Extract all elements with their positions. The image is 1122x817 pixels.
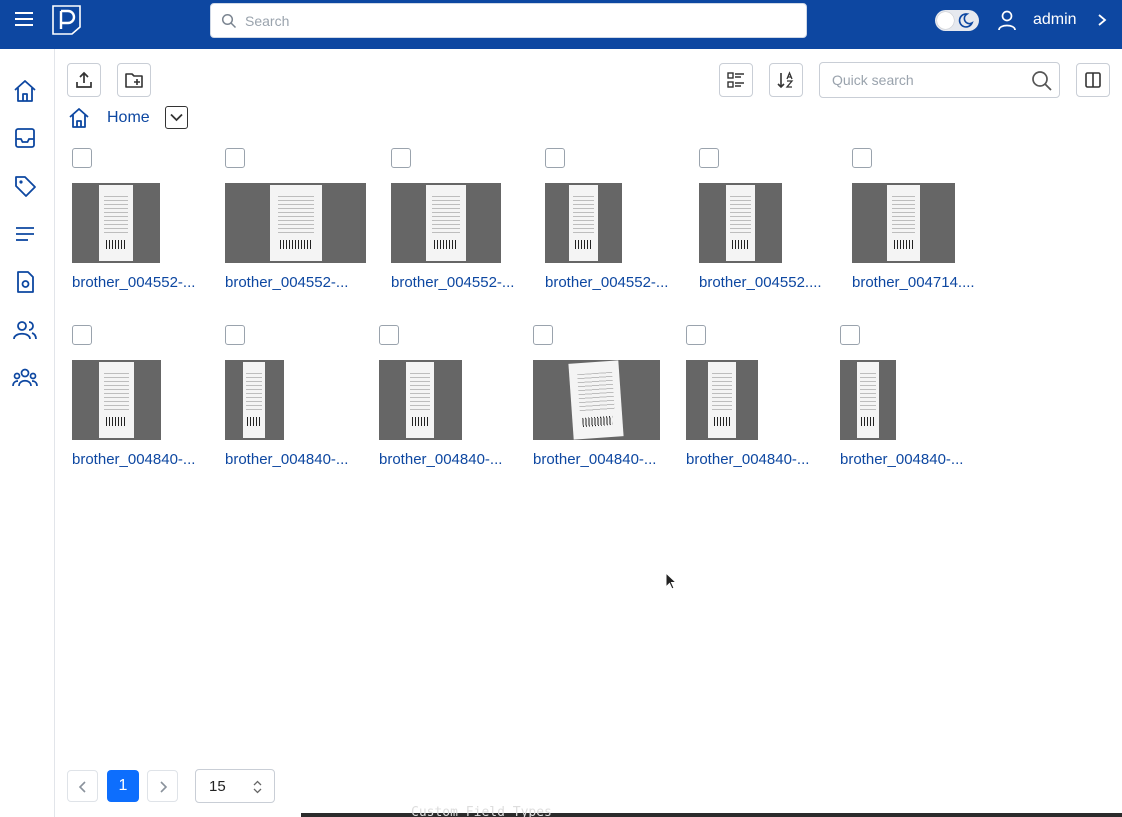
new-folder-button[interactable]: [117, 63, 151, 97]
breadcrumb-dropdown-button[interactable]: [165, 106, 188, 129]
sidebar-groups-icon[interactable]: [12, 365, 38, 391]
breadcrumb-home-link[interactable]: Home: [107, 109, 150, 127]
chevron-right-icon: [160, 781, 168, 793]
sort-alpha-icon: [777, 71, 794, 89]
file-name-link[interactable]: brother_004552-...: [225, 274, 365, 291]
file-name-link[interactable]: brother_004840-...: [840, 451, 980, 468]
file-select-checkbox[interactable]: [379, 325, 399, 345]
file-thumbnail[interactable]: [686, 360, 758, 440]
upload-button[interactable]: [67, 63, 101, 97]
file-select-checkbox[interactable]: [391, 148, 411, 168]
file-thumbnail[interactable]: [379, 360, 462, 440]
chevron-left-icon: [78, 781, 86, 793]
file-thumbnail[interactable]: [225, 360, 284, 440]
chevron-down-icon: [170, 113, 183, 122]
username-label[interactable]: admin: [1033, 11, 1077, 29]
search-input[interactable]: [245, 4, 800, 37]
breadcrumb-home-icon[interactable]: [68, 107, 90, 129]
file-name-link[interactable]: brother_004840-...: [533, 451, 673, 468]
file-thumbnail[interactable]: [391, 183, 501, 263]
file-select-checkbox[interactable]: [686, 325, 706, 345]
sidebar-tag-icon[interactable]: [12, 173, 38, 199]
file-name-link[interactable]: brother_004552-...: [391, 274, 531, 291]
file-name-link[interactable]: brother_004840-...: [686, 451, 826, 468]
page-size-value: 15: [209, 778, 226, 795]
top-bar: admin: [0, 0, 1122, 49]
file-thumbnail[interactable]: [72, 183, 160, 263]
file-thumbnail[interactable]: [840, 360, 896, 440]
file-thumbnail[interactable]: [225, 183, 366, 263]
sidebar-document-settings-icon[interactable]: [12, 269, 38, 295]
sort-button[interactable]: [769, 63, 803, 97]
sidebar-list-icon[interactable]: [12, 221, 38, 247]
file-name-link[interactable]: brother_004840-...: [72, 451, 212, 468]
file-thumbnail[interactable]: [852, 183, 955, 263]
file-select-checkbox[interactable]: [533, 325, 553, 345]
background-window-strip: Custom Field Types: [301, 805, 1122, 817]
moon-icon: [958, 13, 974, 28]
sidebar-users-icon[interactable]: [12, 317, 38, 343]
file-name-link[interactable]: brother_004552....: [699, 274, 839, 291]
toggle-knob: [937, 12, 954, 29]
sidebar: [0, 49, 55, 817]
sidebar-inbox-icon[interactable]: [12, 125, 38, 151]
file-select-checkbox[interactable]: [840, 325, 860, 345]
file-name-link[interactable]: brother_004840-...: [379, 451, 519, 468]
sidebar-home-icon[interactable]: [12, 78, 38, 104]
next-page-button[interactable]: [147, 770, 178, 802]
background-window-text: Custom Field Types: [411, 805, 552, 817]
user-icon[interactable]: [996, 9, 1018, 31]
chevron-up-down-icon: [253, 780, 262, 794]
file-select-checkbox[interactable]: [852, 148, 872, 168]
file-select-checkbox[interactable]: [225, 325, 245, 345]
toggle-preview-panel-button[interactable]: [1076, 63, 1110, 97]
file-select-checkbox[interactable]: [699, 148, 719, 168]
quick-search[interactable]: [819, 62, 1060, 98]
view-mode-button[interactable]: [719, 63, 753, 97]
page-size-select[interactable]: 15: [195, 769, 275, 803]
chevron-right-icon[interactable]: [1096, 12, 1108, 28]
file-thumbnail[interactable]: [545, 183, 622, 263]
file-name-link[interactable]: brother_004552-...: [545, 274, 685, 291]
list-details-icon: [727, 72, 744, 88]
mouse-cursor-icon: [665, 572, 677, 590]
file-name-link[interactable]: brother_004552-...: [72, 274, 212, 291]
file-select-checkbox[interactable]: [545, 148, 565, 168]
app-logo-icon[interactable]: [52, 5, 81, 35]
menu-icon[interactable]: [14, 9, 34, 29]
columns-icon: [1085, 72, 1101, 88]
file-select-checkbox[interactable]: [72, 325, 92, 345]
search-icon: [221, 13, 237, 29]
search-icon[interactable]: [1031, 70, 1053, 92]
file-name-link[interactable]: brother_004840-...: [225, 451, 365, 468]
file-thumbnail[interactable]: [72, 360, 161, 440]
file-thumbnail[interactable]: [533, 360, 660, 440]
global-search[interactable]: [210, 3, 807, 38]
previous-page-button[interactable]: [67, 770, 98, 802]
dark-mode-toggle[interactable]: [935, 10, 979, 31]
file-name-link[interactable]: brother_004714....: [852, 274, 992, 291]
file-thumbnail[interactable]: [699, 183, 782, 263]
page-button-current[interactable]: 1: [107, 770, 139, 802]
upload-icon: [76, 71, 92, 88]
folder-plus-icon: [125, 73, 143, 88]
file-select-checkbox[interactable]: [225, 148, 245, 168]
file-select-checkbox[interactable]: [72, 148, 92, 168]
quick-search-input[interactable]: [832, 63, 1032, 97]
